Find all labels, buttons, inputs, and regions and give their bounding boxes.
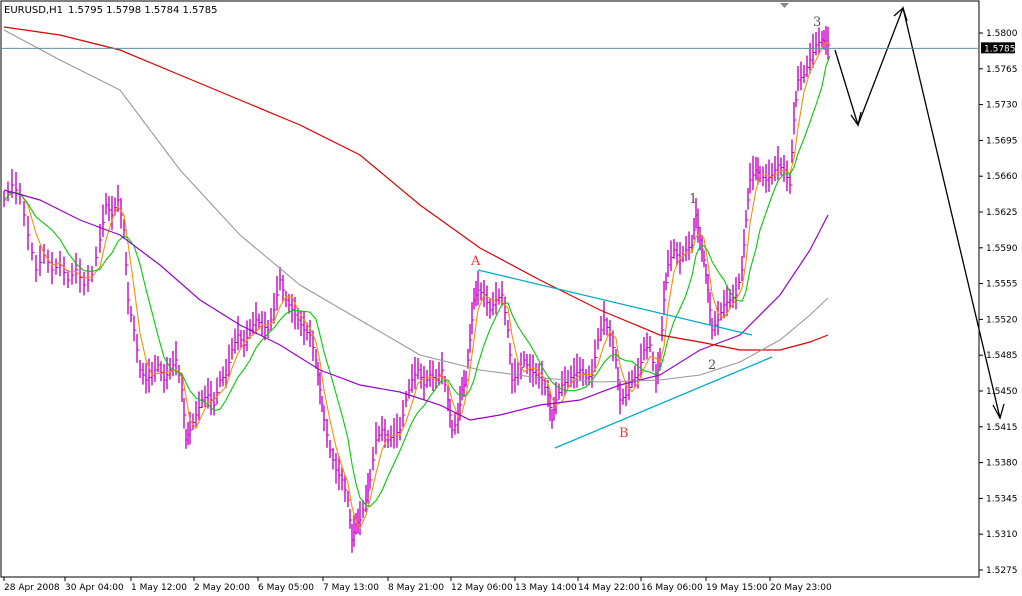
x-tick-label: 28 Apr 2008 — [4, 583, 60, 593]
x-tick-label: 1 May 12:00 — [131, 583, 187, 593]
chart-background — [0, 0, 1022, 596]
label-3: 3 — [813, 15, 821, 30]
y-tick-label: 1.5450 — [986, 387, 1018, 397]
y-tick-label: 1.5800 — [986, 29, 1018, 39]
label-a: A — [470, 254, 481, 269]
y-tick-label: 1.5520 — [986, 315, 1018, 325]
x-tick-label: 8 May 21:00 — [388, 583, 444, 593]
x-tick-label: 20 May 23:00 — [770, 583, 832, 593]
y-tick-label: 1.5730 — [986, 101, 1018, 111]
label-2: 2 — [708, 358, 716, 373]
x-tick-label: 16 May 06:00 — [641, 583, 703, 593]
label-1: 1 — [689, 192, 697, 207]
x-tick-label: 6 May 05:00 — [258, 583, 314, 593]
x-tick-label: 2 May 20:00 — [194, 583, 250, 593]
x-tick-label: 19 May 15:00 — [706, 583, 768, 593]
y-tick-label: 1.5555 — [986, 280, 1018, 290]
price-chart: 1.5800 1.5765 1.5730 1.5695 1.5660 1.5625 1.55… — [0, 0, 1022, 596]
y-tick-label: 1.5275 — [986, 566, 1018, 576]
chart-ohlc: 1.5795 1.5798 1.5784 1.5785 — [68, 5, 218, 16]
y-tick-label: 1.5625 — [986, 208, 1018, 218]
current-price-tag: 1.5785 — [981, 42, 1016, 54]
y-tick-label: 1.5590 — [986, 244, 1018, 254]
x-tick-label: 12 May 06:00 — [451, 583, 513, 593]
y-tick-label: 1.5345 — [986, 494, 1018, 504]
y-tick-label: 1.5380 — [986, 459, 1018, 469]
x-tick-label: 13 May 14:00 — [515, 583, 577, 593]
x-tick-label: 7 May 13:00 — [323, 583, 379, 593]
current-price-label: 1.5785 — [984, 44, 1016, 54]
y-tick-label: 1.5415 — [986, 423, 1018, 433]
x-tick-label: 14 May 22:00 — [578, 583, 640, 593]
y-tick-label: 1.5660 — [986, 172, 1018, 182]
label-b: B — [619, 426, 629, 441]
y-tick-label: 1.5695 — [986, 136, 1018, 146]
chart-symbol: EURUSD,H1 — [4, 5, 63, 16]
y-tick-label: 1.5485 — [986, 351, 1018, 361]
y-tick-label: 1.5310 — [986, 530, 1018, 540]
x-tick-label: 30 Apr 04:00 — [65, 583, 124, 593]
y-tick-label: 1.5765 — [986, 65, 1018, 75]
